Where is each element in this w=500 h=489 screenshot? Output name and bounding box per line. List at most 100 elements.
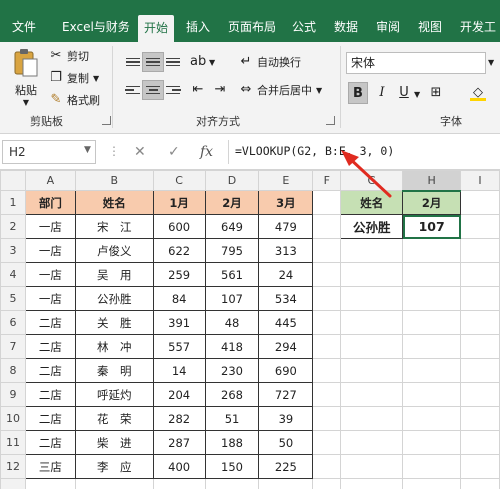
- merge-center-button[interactable]: ⇔ 合并后居中 ▼: [238, 82, 323, 98]
- cell-d12[interactable]: 150: [204, 454, 260, 479]
- cell-d9[interactable]: 268: [204, 382, 260, 407]
- cell-d7[interactable]: 418: [204, 334, 260, 359]
- cell-g5[interactable]: [340, 286, 404, 311]
- cell-h9[interactable]: [402, 382, 462, 407]
- cell-h7[interactable]: [402, 334, 462, 359]
- cell-d3[interactable]: 795: [204, 238, 260, 263]
- cell-h8[interactable]: [402, 358, 462, 383]
- cell-h4[interactable]: [402, 262, 462, 287]
- row-header[interactable]: 1: [0, 190, 26, 215]
- cell-g6[interactable]: [340, 310, 404, 335]
- cell-h5[interactable]: [402, 286, 462, 311]
- cell-b9[interactable]: 呼延灼: [74, 382, 154, 407]
- cell-f1[interactable]: [312, 190, 342, 215]
- cell-f12[interactable]: [312, 454, 342, 479]
- cell-h12[interactable]: [402, 454, 462, 479]
- align-right-button[interactable]: [162, 80, 184, 100]
- cell-e3[interactable]: 313: [258, 238, 314, 263]
- tab-excel-finance[interactable]: Excel与财务: [62, 12, 130, 42]
- tab-view[interactable]: 视图: [418, 12, 442, 42]
- cell-a1[interactable]: 部门: [24, 190, 76, 215]
- format-painter-button[interactable]: ✎ 格式刷: [48, 92, 100, 108]
- column-header-b[interactable]: B: [74, 170, 154, 191]
- cell-d8[interactable]: 230: [204, 358, 260, 383]
- cell-e1[interactable]: 3月: [258, 190, 314, 215]
- cell-a13[interactable]: [24, 478, 76, 489]
- cell-c4[interactable]: 259: [152, 262, 206, 287]
- tab-data[interactable]: 数据: [334, 12, 358, 42]
- row-header[interactable]: 12: [0, 454, 26, 479]
- cell-a2[interactable]: 一店: [24, 214, 76, 239]
- cell-d6[interactable]: 48: [204, 310, 260, 335]
- cell-g3[interactable]: [340, 238, 404, 263]
- cell-g13[interactable]: [340, 478, 404, 489]
- cell-a10[interactable]: 二店: [24, 406, 76, 431]
- cell-b7[interactable]: 林 冲: [74, 334, 154, 359]
- cell-h11[interactable]: [402, 430, 462, 455]
- tab-page-layout[interactable]: 页面布局: [228, 12, 276, 42]
- cell-f8[interactable]: [312, 358, 342, 383]
- column-header-a[interactable]: A: [24, 170, 76, 191]
- chevron-down-icon[interactable]: ▼: [488, 58, 494, 67]
- cell-b1[interactable]: 姓名: [74, 190, 154, 215]
- tab-home[interactable]: 开始: [138, 15, 175, 42]
- cell-a12[interactable]: 三店: [24, 454, 76, 479]
- align-middle-button[interactable]: [142, 52, 164, 72]
- cell-e6[interactable]: 445: [258, 310, 314, 335]
- cell-e13[interactable]: [258, 478, 314, 489]
- row-header[interactable]: 3: [0, 238, 26, 263]
- cell-g4[interactable]: [340, 262, 404, 287]
- dropdown-icon[interactable]: ▼: [84, 145, 91, 155]
- row-header[interactable]: 4: [0, 262, 26, 287]
- cell-e10[interactable]: 39: [258, 406, 314, 431]
- cell-a7[interactable]: 二店: [24, 334, 76, 359]
- cell-b3[interactable]: 卢俊义: [74, 238, 154, 263]
- bold-button[interactable]: B: [348, 82, 368, 104]
- cell-d2[interactable]: 649: [204, 214, 260, 239]
- cell-b13[interactable]: [74, 478, 154, 489]
- cell-i9[interactable]: [460, 382, 500, 407]
- cell-g2[interactable]: 公孙胜: [340, 214, 404, 239]
- cell-c5[interactable]: 84: [152, 286, 206, 311]
- wrap-text-button[interactable]: ↵ 自动换行: [238, 54, 301, 70]
- fill-color-button[interactable]: ◇: [470, 85, 489, 101]
- cell-f3[interactable]: [312, 238, 342, 263]
- cell-i3[interactable]: [460, 238, 500, 263]
- name-box[interactable]: H2: [2, 140, 96, 164]
- cell-g1[interactable]: 姓名: [340, 190, 404, 215]
- cell-f11[interactable]: [312, 430, 342, 455]
- cell-c13[interactable]: [152, 478, 206, 489]
- cell-a3[interactable]: 一店: [24, 238, 76, 263]
- cell-h2[interactable]: 107: [402, 214, 462, 239]
- cell-f4[interactable]: [312, 262, 342, 287]
- cell-i5[interactable]: [460, 286, 500, 311]
- cell-a4[interactable]: 一店: [24, 262, 76, 287]
- cell-h10[interactable]: [402, 406, 462, 431]
- column-header-i[interactable]: I: [460, 170, 500, 191]
- cell-f6[interactable]: [312, 310, 342, 335]
- decrease-indent-button[interactable]: ⇤: [190, 82, 209, 98]
- select-all-corner[interactable]: [0, 170, 26, 191]
- increase-indent-button[interactable]: ⇥: [212, 82, 231, 98]
- cell-e7[interactable]: 294: [258, 334, 314, 359]
- cell-b10[interactable]: 花 荣: [74, 406, 154, 431]
- cell-f13[interactable]: [312, 478, 342, 489]
- cell-c2[interactable]: 600: [152, 214, 206, 239]
- tab-review[interactable]: 审阅: [376, 12, 400, 42]
- cell-i2[interactable]: [460, 214, 500, 239]
- cell-b8[interactable]: 秦 明: [74, 358, 154, 383]
- cell-f10[interactable]: [312, 406, 342, 431]
- cut-button[interactable]: ✂ 剪切: [48, 48, 89, 64]
- italic-button[interactable]: I: [372, 82, 392, 104]
- cell-a11[interactable]: 二店: [24, 430, 76, 455]
- align-left-button[interactable]: [122, 80, 144, 100]
- cell-c6[interactable]: 391: [152, 310, 206, 335]
- cell-i6[interactable]: [460, 310, 500, 335]
- cell-h13[interactable]: [402, 478, 462, 489]
- cell-g8[interactable]: [340, 358, 404, 383]
- cell-g10[interactable]: [340, 406, 404, 431]
- cell-h1[interactable]: 2月: [402, 190, 462, 215]
- paste-button[interactable]: 粘贴 ▼: [10, 48, 42, 107]
- cell-i11[interactable]: [460, 430, 500, 455]
- enter-icon[interactable]: ✓: [168, 144, 180, 160]
